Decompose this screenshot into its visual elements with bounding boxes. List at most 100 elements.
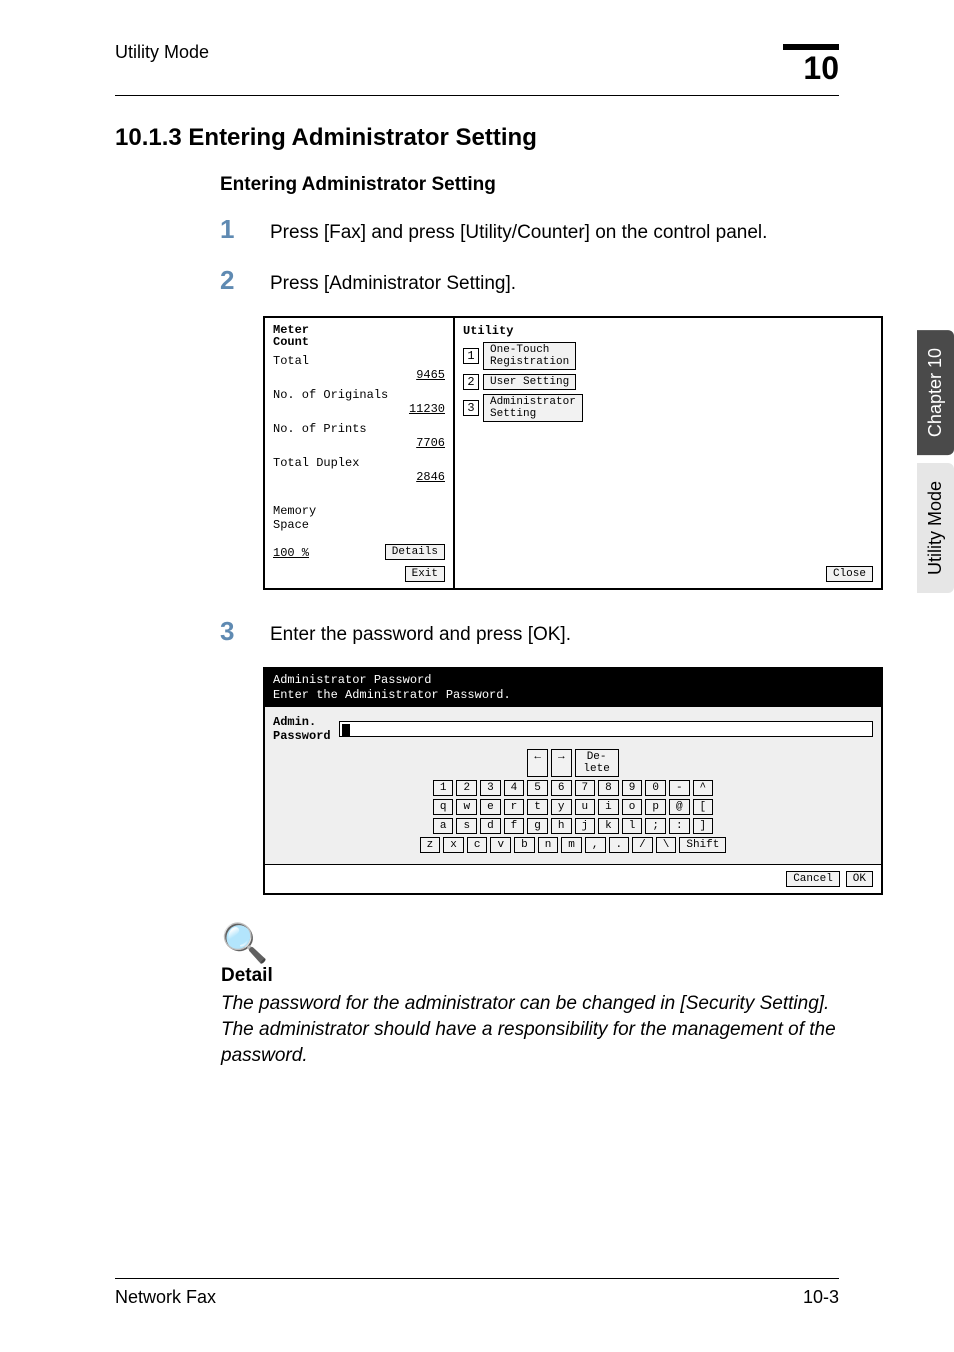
step-number: 3: [220, 616, 242, 647]
keyboard-key[interactable]: 7: [575, 780, 596, 796]
keyboard-key[interactable]: 6: [551, 780, 572, 796]
keyboard-key[interactable]: ^: [693, 780, 714, 796]
password-header-line2: Enter the Administrator Password.: [273, 688, 873, 703]
keyboard-key[interactable]: w: [456, 799, 477, 815]
chapter-indicator: 10: [783, 40, 839, 87]
meter-row-value: 9465: [273, 368, 445, 382]
keyboard-key[interactable]: 0: [645, 780, 666, 796]
cancel-button[interactable]: Cancel: [786, 871, 840, 887]
memory-space-value: 100 %: [273, 546, 309, 560]
password-header-line1: Administrator Password: [273, 673, 873, 688]
keyboard-key[interactable]: f: [504, 818, 525, 834]
utility-option[interactable]: 1 One-Touch Registration: [463, 342, 873, 370]
magnifier-icon: 🔍: [221, 925, 839, 963]
keyboard-row-q: qwertyuiop@[: [273, 799, 873, 815]
keyboard-key[interactable]: 9: [622, 780, 643, 796]
password-input[interactable]: [339, 721, 873, 737]
meter-count-pane: Meter Count Total 9465 No. of Originals …: [265, 318, 455, 588]
step-number: 1: [220, 214, 242, 245]
step-item: 1 Press [Fax] and press [Utility/Counter…: [220, 214, 839, 245]
keyboard-key[interactable]: b: [514, 837, 535, 853]
keyboard-key[interactable]: n: [538, 837, 559, 853]
keyboard-key[interactable]: k: [598, 818, 619, 834]
meter-row-value: 2846: [273, 470, 445, 484]
keyboard-key[interactable]: j: [575, 818, 596, 834]
delete-key[interactable]: De- lete: [575, 749, 619, 777]
keyboard-key[interactable]: /: [632, 837, 653, 853]
keyboard-key[interactable]: u: [575, 799, 596, 815]
section-subheading: Entering Administrator Setting: [115, 174, 839, 196]
password-label: Admin. Password: [273, 715, 331, 743]
utility-option-index: 2: [463, 374, 479, 390]
side-tab-chapter: Chapter 10: [917, 330, 954, 455]
close-button[interactable]: Close: [826, 566, 873, 582]
keyboard-key[interactable]: e: [480, 799, 501, 815]
section-heading: 10.1.3 Entering Administrator Setting: [115, 124, 839, 152]
keyboard-key[interactable]: v: [490, 837, 511, 853]
memory-space-label: Memory Space: [273, 504, 316, 532]
keyboard-key[interactable]: a: [433, 818, 454, 834]
utility-option-label: Administrator Setting: [483, 394, 583, 422]
keyboard-key[interactable]: c: [467, 837, 488, 853]
meter-row-label: Total: [273, 354, 445, 368]
keyboard-key[interactable]: .: [609, 837, 630, 853]
keyboard-key[interactable]: 3: [480, 780, 501, 796]
chapter-number: 10: [803, 50, 839, 87]
meter-row: Total Duplex 2846: [273, 456, 445, 484]
keyboard-key[interactable]: x: [443, 837, 464, 853]
keyboard-key[interactable]: h: [551, 818, 572, 834]
keyboard-key[interactable]: ]: [693, 818, 714, 834]
step-text: Press [Fax] and press [Utility/Counter] …: [270, 222, 767, 244]
keyboard-key[interactable]: m: [561, 837, 582, 853]
keyboard-key[interactable]: p: [645, 799, 666, 815]
keyboard-key[interactable]: \: [656, 837, 677, 853]
keyboard-row-z: zxcvbnm,./\Shift: [273, 837, 873, 853]
keyboard-key[interactable]: s: [456, 818, 477, 834]
keyboard-key[interactable]: d: [480, 818, 501, 834]
ok-button[interactable]: OK: [846, 871, 873, 887]
keyboard-key[interactable]: i: [598, 799, 619, 815]
keyboard-key[interactable]: @: [669, 799, 690, 815]
keyboard-key[interactable]: l: [622, 818, 643, 834]
utility-option-label: One-Touch Registration: [483, 342, 576, 370]
keyboard-key[interactable]: g: [527, 818, 548, 834]
keyboard-key[interactable]: 4: [504, 780, 525, 796]
keyboard-key[interactable]: o: [622, 799, 643, 815]
meter-row: No. of Prints 7706: [273, 422, 445, 450]
keyboard-key[interactable]: r: [504, 799, 525, 815]
keyboard-row-a: asdfghjkl;:]: [273, 818, 873, 834]
shift-key[interactable]: Shift: [679, 837, 726, 853]
keyboard-row-num: 1234567890-^: [273, 780, 873, 796]
keyboard-key[interactable]: ,: [585, 837, 606, 853]
utility-option[interactable]: 3 Administrator Setting: [463, 394, 873, 422]
step-text: Enter the password and press [OK].: [270, 624, 571, 646]
arrow-right-key[interactable]: →: [551, 749, 572, 777]
footer-left: Network Fax: [115, 1287, 216, 1308]
keyboard-key[interactable]: 1: [433, 780, 454, 796]
detail-body: The password for the administrator can b…: [221, 991, 839, 1070]
running-title: Utility Mode: [115, 40, 209, 63]
meter-row-label: No. of Originals: [273, 388, 445, 402]
meter-row-label: Total Duplex: [273, 456, 445, 470]
keyboard-key[interactable]: [: [693, 799, 714, 815]
keyboard-key[interactable]: t: [527, 799, 548, 815]
exit-button[interactable]: Exit: [405, 566, 445, 582]
keyboard-key[interactable]: ;: [645, 818, 666, 834]
details-button[interactable]: Details: [385, 544, 445, 560]
arrow-left-key[interactable]: ←: [527, 749, 548, 777]
meter-row: Total 9465: [273, 354, 445, 382]
keyboard-key[interactable]: 5: [527, 780, 548, 796]
meter-row-label: No. of Prints: [273, 422, 445, 436]
meter-row: No. of Originals 11230: [273, 388, 445, 416]
meter-row-value: 7706: [273, 436, 445, 450]
keyboard-key[interactable]: :: [669, 818, 690, 834]
step-item: 2 Press [Administrator Setting].: [220, 265, 839, 296]
step-number: 2: [220, 265, 242, 296]
keyboard-key[interactable]: 2: [456, 780, 477, 796]
keyboard-key[interactable]: q: [433, 799, 454, 815]
keyboard-key[interactable]: -: [669, 780, 690, 796]
keyboard-key[interactable]: y: [551, 799, 572, 815]
keyboard-key[interactable]: 8: [598, 780, 619, 796]
utility-option[interactable]: 2 User Setting: [463, 374, 873, 390]
keyboard-key[interactable]: z: [420, 837, 441, 853]
